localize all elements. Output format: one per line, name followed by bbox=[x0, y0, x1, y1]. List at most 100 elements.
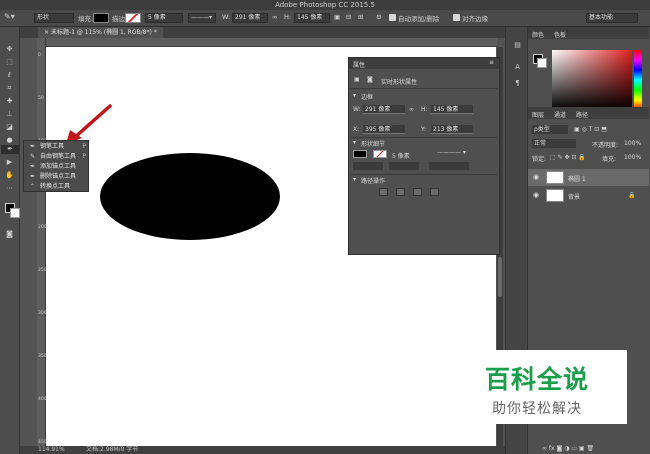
layer-row-background[interactable]: ◉ 背景 🔒 bbox=[528, 187, 649, 204]
section-toggle-icon[interactable]: ▾ bbox=[353, 139, 356, 146]
combine-shapes-icon[interactable] bbox=[379, 188, 388, 196]
props-stroke-type[interactable]: ———— ▾ bbox=[437, 149, 466, 156]
document-tab-title: 未标题-1 @ 115% (椭圆 1, RGB/8*) * bbox=[50, 29, 157, 36]
panel-menu-icon[interactable]: ≡ bbox=[489, 59, 494, 66]
props-x-field[interactable]: 395 像素 bbox=[363, 125, 405, 134]
stroke-swatch[interactable] bbox=[125, 13, 141, 23]
props-y-field[interactable]: 213 像素 bbox=[431, 125, 473, 134]
swatches-tab[interactable]: 色板 bbox=[554, 30, 566, 39]
props-stroke-swatch[interactable] bbox=[373, 150, 387, 158]
blur-tool-icon[interactable]: ● bbox=[4, 136, 15, 145]
background-color[interactable] bbox=[10, 208, 20, 218]
tool-mode-select[interactable]: 形状 bbox=[34, 13, 74, 23]
exclude-shape-icon[interactable] bbox=[430, 188, 439, 196]
props-fill-swatch[interactable] bbox=[353, 150, 367, 158]
lasso-tool-icon[interactable]: ℓ bbox=[4, 71, 15, 80]
crop-tool-icon[interactable]: ⌗ bbox=[4, 84, 15, 93]
stamp-tool-icon[interactable]: ⊥ bbox=[4, 110, 15, 119]
eye-icon[interactable]: ◉ bbox=[533, 173, 539, 181]
stroke-type-select[interactable]: ———▾ bbox=[188, 13, 216, 23]
add-anchor-icon: ✒ bbox=[30, 163, 36, 170]
subtract-shape-icon[interactable] bbox=[396, 188, 405, 196]
path-ops-icon[interactable]: ▣ bbox=[334, 13, 340, 21]
watermark-main-text: 百科全说 bbox=[484, 365, 589, 394]
paragraph-icon[interactable]: ¶ bbox=[512, 79, 523, 88]
hue-slider[interactable] bbox=[634, 50, 642, 110]
flyout-item-convert-point[interactable]: ⌃ 转换点工具 bbox=[24, 182, 90, 192]
align-edges-checkbox[interactable] bbox=[453, 14, 460, 21]
close-tab-icon[interactable]: × bbox=[44, 29, 51, 36]
layer-row-ellipse[interactable]: ◉ 椭圆 1 bbox=[528, 169, 649, 186]
ruler-tick: 50 bbox=[38, 96, 44, 101]
lock-icons[interactable]: ⬚ ✎ ✥ ⊡ 🔒 bbox=[550, 154, 586, 161]
heal-tool-icon[interactable]: ✚ bbox=[4, 97, 15, 106]
gear-icon[interactable]: ⚙ bbox=[376, 13, 382, 21]
x-label: X: bbox=[353, 126, 360, 133]
path-align-icon[interactable]: ⊟ bbox=[346, 13, 351, 21]
scrollbar-thumb[interactable] bbox=[498, 257, 502, 297]
workspace-select[interactable]: 基本功能 bbox=[586, 13, 638, 23]
quick-mask-icon[interactable]: ◙ bbox=[4, 230, 15, 239]
flyout-item-add-anchor[interactable]: ✒ 添加锚点工具 bbox=[24, 162, 90, 172]
color-tab[interactable]: 颜色 bbox=[532, 30, 544, 39]
stroke-size-field[interactable]: 5 像素 bbox=[145, 13, 183, 23]
props-width-field[interactable]: 291 像素 bbox=[363, 105, 405, 114]
character-icon[interactable]: A bbox=[512, 63, 523, 72]
shape-properties-icon: ▣ bbox=[354, 76, 360, 83]
height-field[interactable]: 145 像素 bbox=[294, 13, 330, 23]
fill-swatch[interactable] bbox=[93, 13, 109, 23]
pen-tool-preset-icon[interactable]: ✎▾ bbox=[4, 12, 15, 21]
fill-value[interactable]: 100% bbox=[624, 154, 641, 161]
eraser-tool-icon[interactable]: ◪ bbox=[4, 123, 15, 132]
props-align-select[interactable] bbox=[353, 162, 383, 170]
props-corners-select[interactable] bbox=[429, 162, 469, 170]
align-edges-label: 对齐边缘 bbox=[462, 15, 488, 23]
ellipse-shape[interactable] bbox=[100, 153, 280, 240]
blend-mode-select[interactable]: 正常 bbox=[532, 139, 576, 148]
props-stroke-size[interactable]: 5 像素 bbox=[392, 151, 410, 160]
zoom-level[interactable]: 114.91% bbox=[38, 446, 65, 454]
hand-tool-icon[interactable]: ✋ bbox=[4, 171, 15, 180]
marquee-tool-icon[interactable]: ⬚ bbox=[4, 58, 15, 67]
properties-tab[interactable]: 属性 bbox=[353, 60, 365, 69]
link-icon[interactable]: ∞ bbox=[272, 13, 277, 21]
layers-tab[interactable]: 图层 bbox=[532, 110, 544, 119]
opacity-value[interactable]: 100% bbox=[624, 140, 641, 147]
move-tool-icon[interactable]: ✥ bbox=[4, 45, 15, 54]
history-icon[interactable]: ▤ bbox=[512, 41, 523, 50]
props-height-field[interactable]: 145 像素 bbox=[431, 105, 473, 114]
eye-icon[interactable]: ◉ bbox=[533, 191, 539, 199]
paths-tab[interactable]: 路径 bbox=[576, 110, 588, 119]
section-toggle-icon[interactable]: ▾ bbox=[353, 176, 356, 183]
path-select-tool-icon[interactable]: ▶ bbox=[4, 158, 15, 167]
flyout-item-delete-anchor[interactable]: ✒ 删除锚点工具 bbox=[24, 172, 90, 182]
channels-tab[interactable]: 通道 bbox=[554, 110, 566, 119]
fill-label: 填充: bbox=[602, 156, 617, 163]
link-dimensions-icon[interactable]: ∞ bbox=[409, 106, 414, 113]
divider bbox=[351, 88, 497, 89]
status-bar: 114.91% 文档:2.98M/0 字节 bbox=[20, 446, 505, 454]
section-appearance-title: 形状细节 bbox=[361, 141, 386, 148]
more-tools-icon[interactable]: ⋯ bbox=[4, 184, 15, 193]
section-toggle-icon[interactable]: ▾ bbox=[353, 92, 356, 99]
layers-footer-icons[interactable]: ∞ fx ◙ ◑ ▭ ▣ 🗑 bbox=[542, 445, 594, 452]
color-spectrum[interactable] bbox=[552, 50, 632, 110]
path-arrange-icon[interactable]: ⊞ bbox=[358, 13, 363, 21]
document-info: 文档:2.98M/0 字节 bbox=[86, 446, 139, 453]
pen-tool-icon[interactable]: ✒ bbox=[1, 145, 19, 154]
auto-add-delete-checkbox[interactable] bbox=[389, 14, 396, 21]
h-label: H: bbox=[421, 106, 428, 113]
flyout-item-pen[interactable]: ✒ 钢笔工具 P bbox=[24, 142, 90, 152]
width-field[interactable]: 291 像素 bbox=[232, 13, 268, 23]
opacity-label: 不透明度: bbox=[592, 142, 619, 149]
freeform-pen-icon: ✎ bbox=[30, 153, 36, 160]
layer-filter-icons[interactable]: ▣ ◎ T ⊡ ⬒ bbox=[574, 126, 607, 133]
color-panel-background[interactable] bbox=[537, 58, 547, 68]
document-tab[interactable]: × 未标题-1 @ 115% (椭圆 1, RGB/8*) * bbox=[38, 27, 163, 38]
layer-filter-select[interactable]: ρ类型 bbox=[532, 125, 568, 134]
props-caps-select[interactable] bbox=[389, 162, 419, 170]
flyout-item-freeform-pen[interactable]: ✎ 自由钢笔工具 P bbox=[24, 152, 90, 162]
auto-add-delete-label: 自动添加/删除 bbox=[398, 15, 440, 23]
section-path-ops-title: 路径操作 bbox=[361, 178, 386, 185]
intersect-shape-icon[interactable] bbox=[413, 188, 422, 196]
